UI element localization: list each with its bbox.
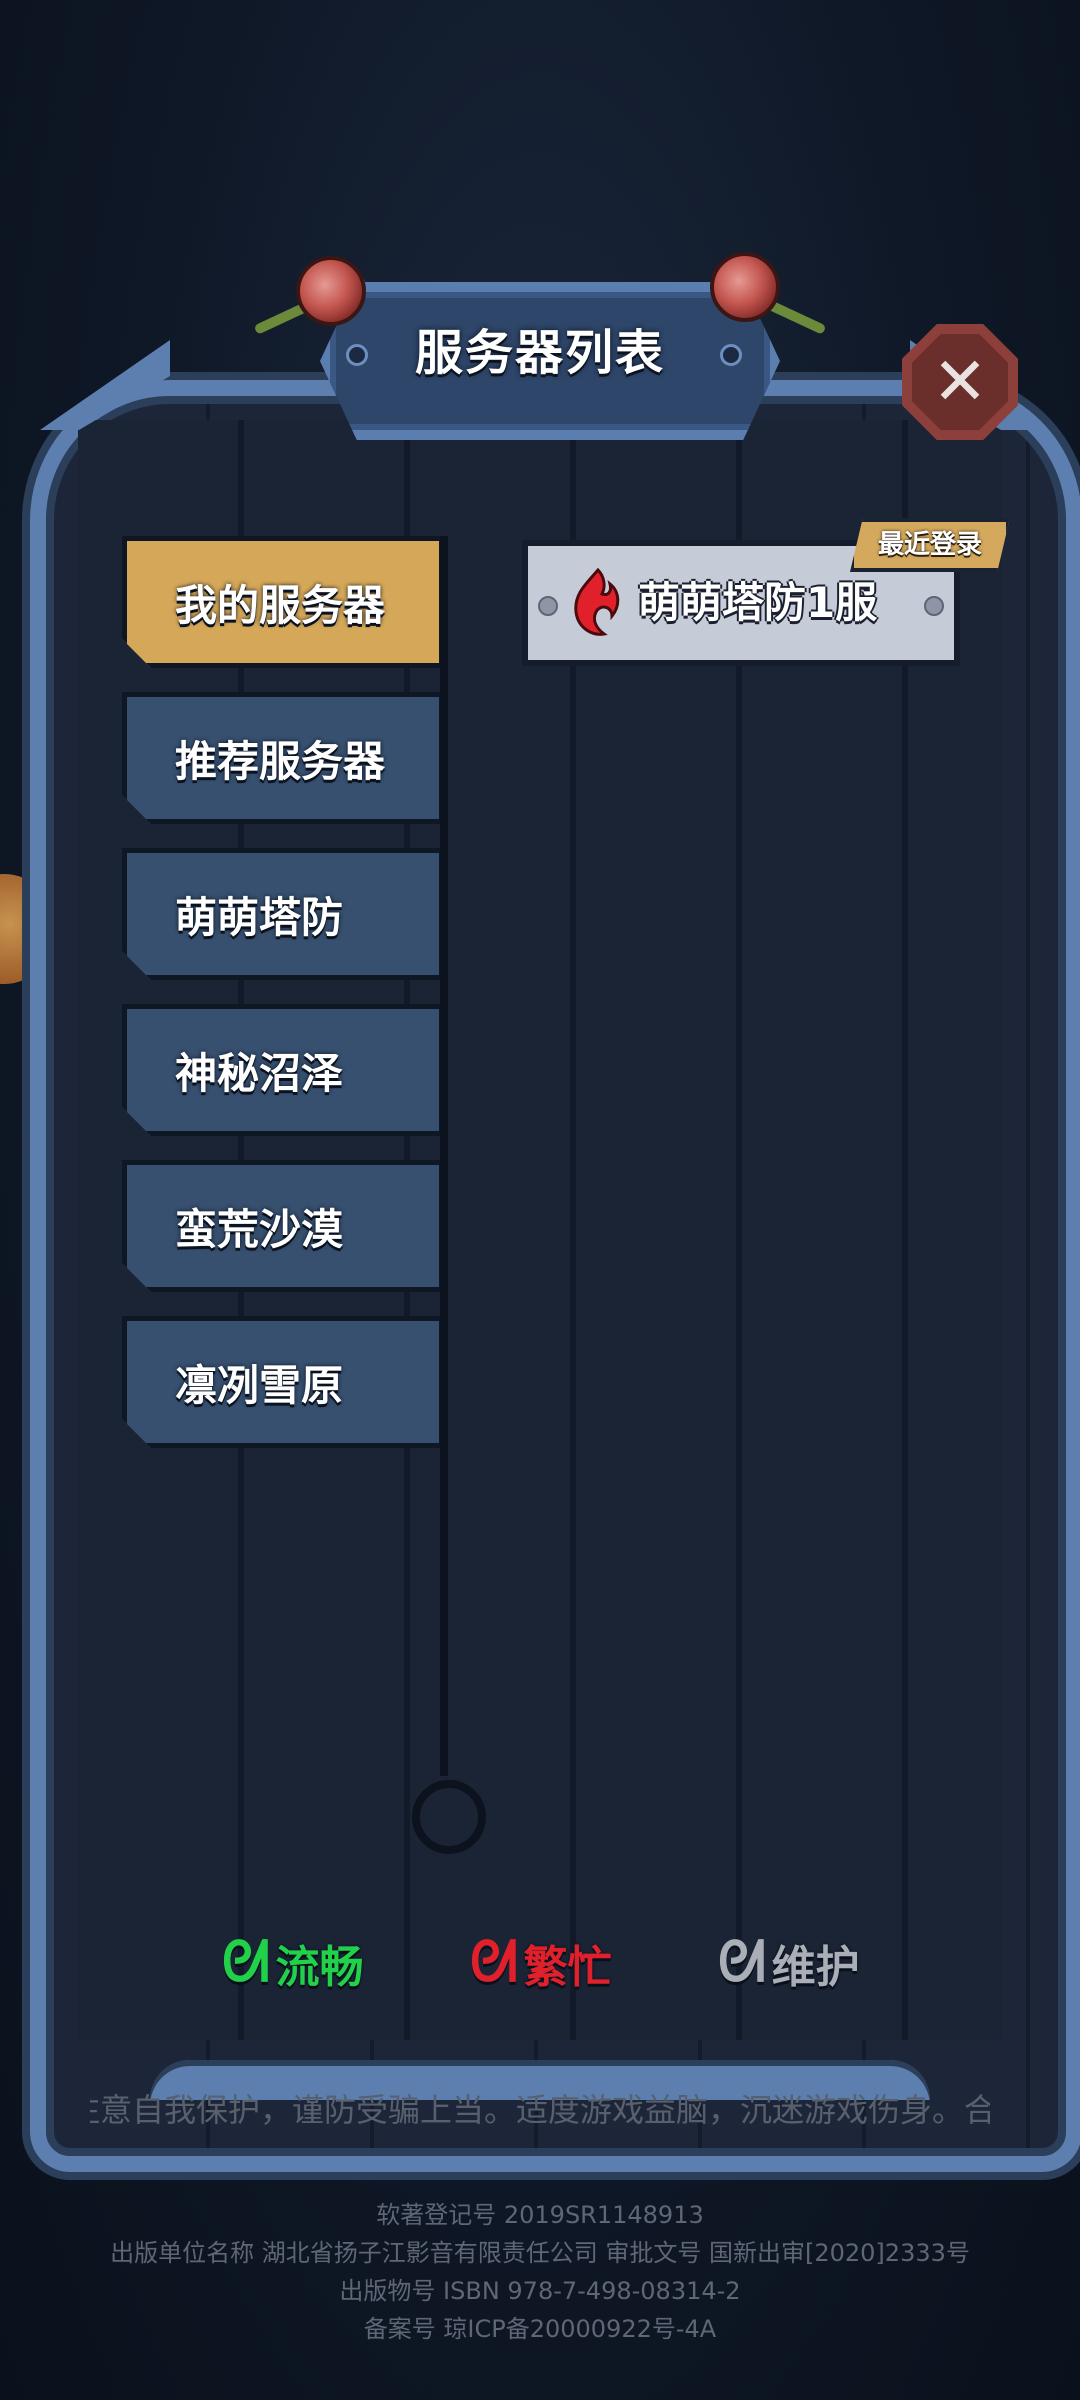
legend-busy: ᘛ 繁忙	[470, 1928, 612, 1998]
legend-label: 流畅	[275, 1942, 364, 1993]
menu-item-recommended-servers[interactable]: 推荐服务器	[122, 692, 444, 824]
server-name: 萌萌塔防1服	[638, 578, 878, 627]
menu-item-label: 凛冽雪原	[175, 1360, 344, 1410]
flame-busy-icon: ᘛ	[470, 1930, 518, 1995]
menu-item-my-servers[interactable]: 我的服务器	[122, 536, 444, 668]
recent-login-badge: 最近登录	[850, 518, 1010, 572]
menu-item-label: 神秘沼泽	[175, 1048, 344, 1098]
health-advisory-text: 抵制不良游戏，拒绝盗版游戏。注意自我保护，谨防受骗上当。适度游戏益脑，沉迷游戏伤…	[90, 2085, 990, 2135]
rose-icon-right	[710, 252, 780, 322]
card-rivet-left	[538, 596, 558, 616]
plaque-rivet-right	[720, 344, 742, 366]
footer-publisher: 出版单位名称 湖北省扬子江影音有限责任公司 审批文号 国新出审[2020]233…	[110, 2239, 970, 2267]
health-advisory-scroll: 抵制不良游戏，拒绝盗版游戏。注意自我保护，谨防受骗上当。适度游戏益脑，沉迷游戏伤…	[90, 2091, 990, 2129]
plaque-rivet-left	[346, 344, 368, 366]
footer-icp: 备案号 琼ICP备20000922号-4A	[363, 2315, 717, 2343]
legend-smooth: ᘛ 流畅	[222, 1928, 364, 1998]
legend-label: 维护	[771, 1942, 860, 1993]
menu-item-mengmeng-tafang[interactable]: 萌萌塔防	[122, 848, 444, 980]
server-category-menu: 我的服务器 推荐服务器 萌萌塔防 神秘沼泽 蛮荒沙漠 凛冽雪原	[122, 536, 444, 1472]
menu-item-mystery-swamp[interactable]: 神秘沼泽	[122, 1004, 444, 1136]
flame-maintenance-icon: ᘛ	[718, 1930, 766, 1995]
footer-software-copyright: 软著登记号 2019SR1148913	[376, 2201, 704, 2229]
menu-item-frozen-snowfield[interactable]: 凛冽雪原	[122, 1316, 444, 1448]
card-rivet-right	[924, 596, 944, 616]
menu-item-label: 推荐服务器	[175, 736, 386, 786]
menu-item-wild-desert[interactable]: 蛮荒沙漠	[122, 1160, 444, 1292]
flame-smooth-icon: ᘛ	[222, 1930, 270, 1995]
flame-status-icon	[574, 568, 620, 636]
dialog-title: 服务器列表	[414, 325, 665, 381]
legend-maintenance: ᘛ 维护	[718, 1928, 860, 1998]
close-button[interactable]: ✕	[902, 324, 1018, 440]
menu-item-label: 萌萌塔防	[175, 892, 344, 942]
menu-item-label: 我的服务器	[175, 580, 386, 630]
menu-item-label: 蛮荒沙漠	[175, 1204, 344, 1254]
rose-icon-left	[296, 256, 366, 326]
close-icon: ✕	[912, 334, 1008, 430]
footer-isbn: 出版物号 ISBN 978-7-498-08314-2	[339, 2277, 741, 2305]
menu-divider	[440, 536, 448, 1776]
legend-label: 繁忙	[523, 1942, 612, 1993]
